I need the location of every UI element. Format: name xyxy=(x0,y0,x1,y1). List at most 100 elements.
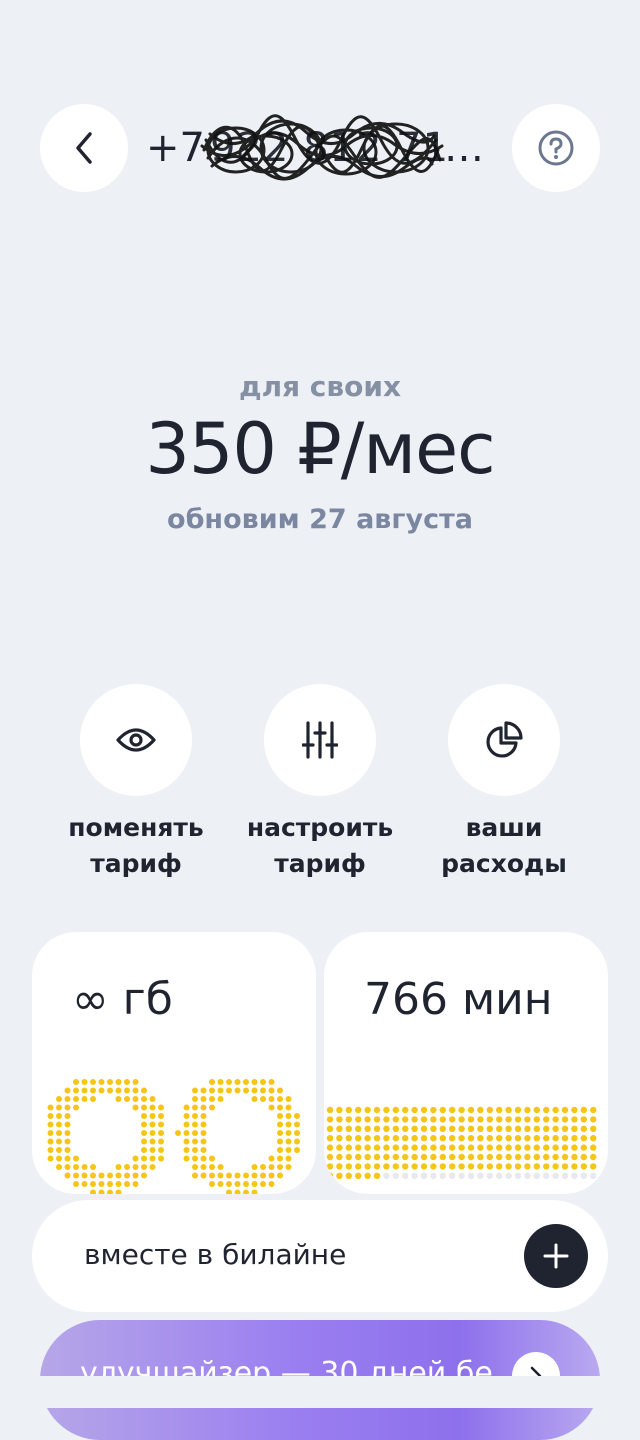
change-tariff-action[interactable]: поменять тариф xyxy=(46,684,226,882)
dot xyxy=(571,1172,578,1179)
dot xyxy=(183,1130,190,1136)
dot xyxy=(345,1144,352,1151)
dot xyxy=(439,1153,446,1161)
dot xyxy=(590,1163,597,1170)
dot xyxy=(277,1172,283,1179)
dot xyxy=(449,1116,456,1123)
dot xyxy=(251,1181,258,1187)
dot xyxy=(383,1163,390,1170)
dot xyxy=(364,1172,371,1179)
dot xyxy=(285,1121,292,1128)
dot xyxy=(141,1164,147,1170)
configure-tariff-button[interactable] xyxy=(264,684,376,796)
configure-tariff-action[interactable]: настроить тариф xyxy=(230,684,410,882)
dot xyxy=(439,1106,446,1114)
dot xyxy=(383,1153,390,1161)
dot xyxy=(336,1125,343,1132)
dot xyxy=(355,1106,362,1114)
dot xyxy=(486,1106,493,1114)
dot xyxy=(268,1181,275,1187)
dot xyxy=(56,1130,62,1136)
dot xyxy=(411,1125,418,1132)
dot xyxy=(285,1130,292,1136)
dot xyxy=(192,1155,198,1162)
dot xyxy=(524,1153,531,1161)
dot xyxy=(373,1144,381,1151)
dot xyxy=(149,1164,156,1170)
dot xyxy=(420,1163,428,1170)
dot xyxy=(467,1144,475,1151)
infinity-dots-graphic xyxy=(47,1079,300,1194)
dot xyxy=(192,1104,198,1111)
together-in-beeline[interactable]: вместе в билайне xyxy=(32,1200,608,1312)
dot xyxy=(355,1125,362,1132)
dot xyxy=(132,1104,139,1111)
dot xyxy=(234,1087,241,1094)
dot xyxy=(411,1153,418,1161)
dot xyxy=(336,1163,343,1170)
dot xyxy=(326,1163,334,1170)
dot xyxy=(326,1135,334,1142)
dot xyxy=(505,1144,512,1151)
dot xyxy=(158,1138,164,1145)
dot xyxy=(486,1144,493,1151)
dot xyxy=(430,1125,437,1132)
dot xyxy=(124,1096,130,1102)
dot xyxy=(192,1087,198,1094)
dot xyxy=(285,1104,292,1111)
dot xyxy=(543,1135,550,1142)
dot xyxy=(73,1087,79,1094)
add-button[interactable] xyxy=(524,1224,588,1288)
dot xyxy=(81,1181,88,1187)
dot xyxy=(580,1135,587,1142)
expenses-label-1: ваши xyxy=(465,813,543,842)
dot xyxy=(552,1163,559,1170)
dot xyxy=(533,1153,540,1161)
dot xyxy=(285,1113,292,1119)
dot xyxy=(514,1144,522,1151)
dot xyxy=(355,1135,362,1142)
dot xyxy=(590,1135,597,1142)
dot xyxy=(496,1125,503,1132)
minutes-balance-card[interactable]: 766 мин xyxy=(324,932,608,1194)
dot xyxy=(552,1116,559,1123)
dot xyxy=(580,1172,587,1179)
plus-icon xyxy=(543,1243,569,1269)
help-button[interactable] xyxy=(512,104,600,192)
dot xyxy=(458,1135,465,1142)
dot xyxy=(571,1135,578,1142)
data-balance-card[interactable]: ∞ гб xyxy=(32,932,316,1194)
dot xyxy=(243,1189,249,1194)
dot xyxy=(124,1087,130,1094)
dot xyxy=(73,1155,79,1162)
chevron-left-icon xyxy=(76,132,92,164)
dot xyxy=(90,1172,96,1179)
dot xyxy=(158,1130,164,1136)
dot xyxy=(73,1164,79,1170)
dot xyxy=(392,1144,399,1151)
dot xyxy=(226,1087,232,1094)
dot xyxy=(496,1116,503,1123)
dot xyxy=(260,1087,266,1094)
back-button[interactable] xyxy=(40,104,128,192)
dot xyxy=(571,1163,578,1170)
dot xyxy=(251,1189,258,1194)
dot xyxy=(277,1164,283,1170)
dot xyxy=(364,1125,371,1132)
expenses-action[interactable]: ваши расходы xyxy=(414,684,594,882)
dot xyxy=(590,1106,597,1114)
dot xyxy=(449,1135,456,1142)
dot xyxy=(430,1116,437,1123)
dot xyxy=(458,1116,465,1123)
dot xyxy=(402,1135,409,1142)
dot xyxy=(90,1079,96,1085)
expenses-button[interactable] xyxy=(448,684,560,796)
dot xyxy=(217,1087,224,1094)
dot xyxy=(217,1079,224,1085)
change-tariff-button[interactable] xyxy=(80,684,192,796)
dot xyxy=(141,1087,147,1094)
dot xyxy=(141,1104,147,1111)
dot xyxy=(107,1189,113,1194)
dot xyxy=(496,1106,503,1114)
dot xyxy=(200,1130,207,1136)
